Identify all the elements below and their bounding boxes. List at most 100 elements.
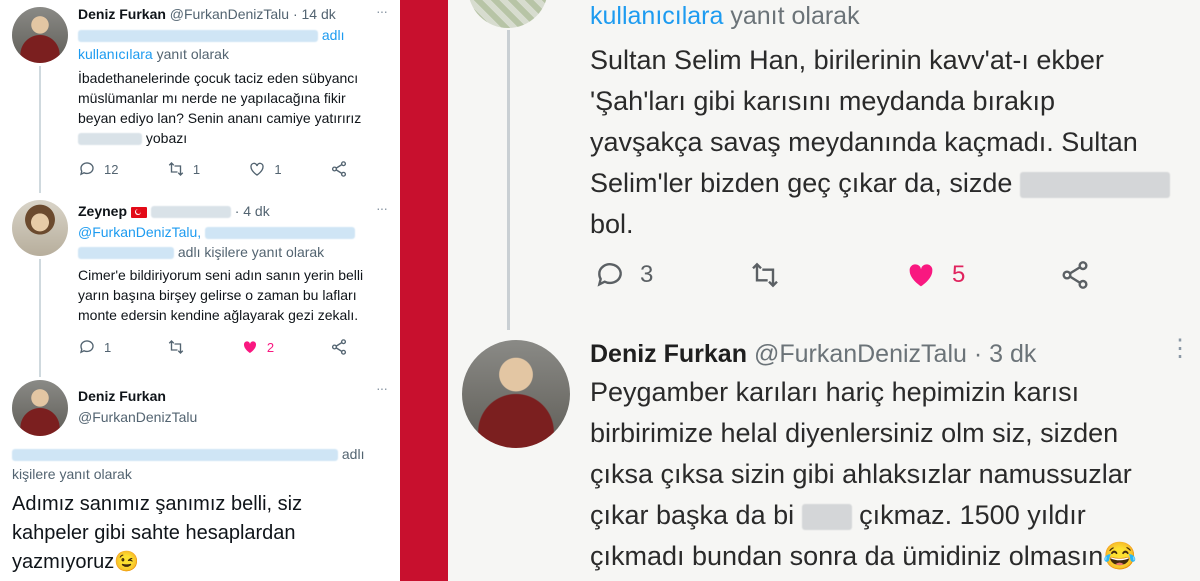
tweet-time[interactable]: · 14 dk bbox=[293, 6, 336, 22]
like-button[interactable]: 5 bbox=[904, 258, 1059, 292]
reply-count: 1 bbox=[104, 339, 112, 355]
tweet-header: Deniz Furkan @FurkanDenizTalu · 3 dk bbox=[590, 334, 1036, 375]
heart-icon bbox=[243, 341, 256, 353]
reply-text: yanıt olarak bbox=[723, 2, 860, 30]
body-line: çıkmadı bundan sonra da ümidiniz olmasın bbox=[590, 541, 1104, 571]
reply-context-line2: kullanıcılara yanıt olarak bbox=[78, 44, 229, 64]
share-button[interactable] bbox=[1059, 259, 1091, 291]
like-count: 1 bbox=[274, 161, 282, 177]
body-line: monte edersin kendine ağlayarak gezi zek… bbox=[78, 307, 359, 323]
thread-line bbox=[39, 259, 41, 377]
like-button[interactable]: 1 bbox=[248, 160, 282, 178]
turkey-flag-icon bbox=[130, 206, 147, 218]
reply-icon bbox=[79, 340, 94, 354]
tweet-header: Zeynep · 4 dk bbox=[78, 201, 270, 221]
tweet-body: Cimer'e bildiriyorum seni adın sanın yer… bbox=[78, 265, 363, 325]
tweet-time[interactable]: · 3 dk bbox=[974, 340, 1037, 368]
author-name[interactable]: Zeynep bbox=[78, 203, 127, 219]
red-divider bbox=[400, 0, 448, 581]
avatar[interactable] bbox=[462, 340, 570, 448]
tweet-header: Deniz Furkan @FurkanDenizTalu · 14 dk bbox=[78, 4, 336, 24]
body-line: kahpeler gibi sahte hesaplardan bbox=[12, 522, 296, 544]
reply-link[interactable]: kullanıcılara bbox=[590, 2, 723, 30]
reply-context-line2: kişilere yanıt olarak bbox=[12, 466, 132, 482]
like-count: 5 bbox=[952, 261, 966, 288]
share-button[interactable] bbox=[330, 338, 348, 356]
reply-link[interactable]: kullanıcılara bbox=[78, 46, 153, 62]
body-line: beyan ediyo lan? Senin ananı camiye yatı… bbox=[78, 110, 362, 126]
tweet-actions: 3 5 bbox=[594, 258, 1094, 292]
tweet-actions: 12 1 1 bbox=[78, 160, 348, 178]
tweet-time[interactable]: · 4 dk bbox=[235, 203, 270, 219]
retweet-button[interactable]: 1 bbox=[167, 160, 200, 178]
like-count: 2 bbox=[266, 339, 275, 355]
retweet-button[interactable] bbox=[749, 259, 904, 291]
body-line: yavşakça savaş meydanında kaçmadı. Sulta… bbox=[590, 127, 1138, 157]
author-handle[interactable]: @FurkanDenizTalu bbox=[754, 340, 967, 368]
redacted-word bbox=[78, 133, 142, 146]
author-name[interactable]: Deniz Furkan bbox=[590, 340, 747, 368]
reply-context: kullanıcılara yanıt olarak bbox=[590, 0, 860, 37]
author-name-text: Deniz Furkan bbox=[78, 388, 166, 404]
more-options-icon[interactable]: ··· bbox=[376, 200, 388, 216]
heart-icon bbox=[909, 264, 933, 287]
more-options-icon[interactable]: ··· bbox=[376, 380, 388, 396]
reply-icon bbox=[79, 162, 94, 176]
share-icon bbox=[331, 339, 347, 355]
body-line: çıkmaz. 1500 yıldır bbox=[859, 500, 1086, 530]
reply-suffix[interactable]: adlı bbox=[322, 27, 345, 43]
reply-button[interactable]: 3 bbox=[594, 259, 749, 291]
more-options-icon[interactable]: ··· bbox=[376, 3, 388, 19]
body-line: yarın başına birşey gelirse o zaman bu l… bbox=[78, 287, 357, 303]
reply-text: yanıt olarak bbox=[152, 46, 229, 62]
body-line: Sultan Selim Han, birilerinin kavv'at-ı … bbox=[590, 45, 1104, 75]
author-handle[interactable]: @FurkanDenizTalu bbox=[170, 6, 289, 22]
body-line: yazmıyoruz bbox=[12, 551, 115, 573]
reply-button[interactable]: 1 bbox=[78, 338, 111, 356]
body-line: Adımız sanımız şanımız belli, siz bbox=[12, 493, 303, 515]
redacted-handles bbox=[12, 449, 338, 462]
avatar[interactable] bbox=[12, 380, 68, 436]
body-line: müslümanlar mı nerde ne yapılacağına fik… bbox=[78, 90, 346, 106]
retweet-icon bbox=[168, 162, 184, 176]
author-name[interactable]: Deniz Furkan bbox=[78, 386, 166, 406]
retweet-button[interactable] bbox=[167, 338, 185, 356]
like-button[interactable]: 2 bbox=[241, 338, 274, 356]
body-line: birbirimize helal diyenlersiniz olm siz,… bbox=[590, 418, 1119, 448]
retweet-count: 1 bbox=[192, 161, 201, 177]
tweet-body: Adımız sanımız şanımız belli, siz kahpel… bbox=[12, 490, 302, 577]
author-name[interactable]: Deniz Furkan bbox=[78, 6, 166, 22]
avatar[interactable] bbox=[12, 200, 68, 256]
reply-suffix: adlı bbox=[341, 446, 365, 462]
redacted-handles bbox=[205, 227, 356, 240]
share-icon bbox=[331, 161, 347, 177]
reply-text: adlı kişilere yanıt olarak bbox=[174, 244, 325, 260]
body-line: Peygamber karıları hariç hepimizin karıs… bbox=[590, 377, 1080, 407]
redacted-handle bbox=[150, 206, 231, 219]
body-line: çıkar başka da bi bbox=[590, 500, 795, 530]
body-line: bol. bbox=[590, 209, 634, 239]
retweet-icon bbox=[752, 262, 778, 288]
body-line: Cimer'e bildiriyorum seni adın sanın yer… bbox=[78, 267, 364, 283]
redacted-handles bbox=[78, 247, 174, 260]
reply-button[interactable]: 12 bbox=[78, 160, 118, 178]
body-line: İbadethanelerinde çocuk taciz eden sübya… bbox=[78, 70, 359, 86]
reply-handle[interactable]: @FurkanDenizTalu, bbox=[78, 224, 201, 240]
share-button[interactable] bbox=[330, 160, 348, 178]
reply-count: 12 bbox=[104, 161, 119, 177]
tweet-actions: 1 2 bbox=[78, 338, 348, 356]
retweet-icon bbox=[168, 340, 184, 354]
redacted-word bbox=[1019, 171, 1170, 198]
avatar[interactable] bbox=[12, 7, 68, 63]
body-line: yobazı bbox=[145, 130, 188, 146]
tweet-body: Peygamber karıları hariç hepimizin karıs… bbox=[590, 372, 1137, 577]
avatar[interactable] bbox=[468, 0, 548, 28]
heart-icon bbox=[250, 162, 265, 176]
share-icon bbox=[1062, 261, 1088, 289]
reply-context-line2: adlı kişilere yanıt olarak bbox=[78, 242, 324, 262]
body-line: 'Şah'ları gibi karısını meydanda bırakıp bbox=[590, 86, 1056, 116]
redacted-handles bbox=[78, 30, 318, 43]
more-options-icon[interactable]: ⋮ bbox=[1168, 334, 1192, 363]
author-handle[interactable]: @FurkanDenizTalu bbox=[78, 407, 197, 427]
right-screenshot-panel: kullanıcılara yanıt olarak Sultan Selim … bbox=[448, 0, 1200, 581]
